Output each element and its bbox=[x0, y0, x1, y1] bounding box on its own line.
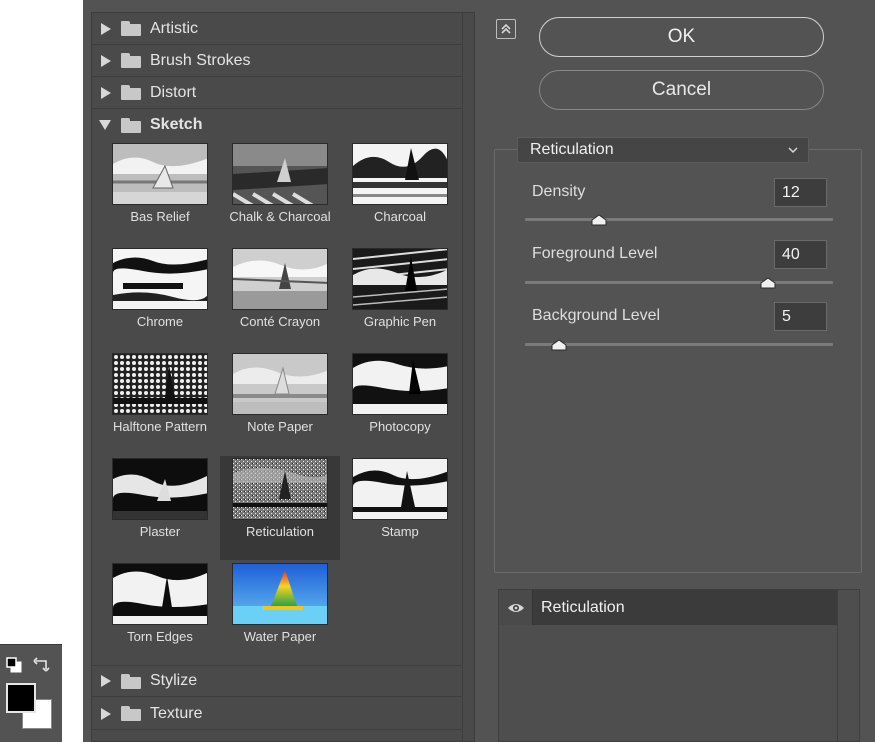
filter-label: Photocopy bbox=[369, 419, 431, 434]
tool-colors-panel bbox=[0, 644, 62, 742]
thumbnail-image bbox=[232, 248, 328, 310]
folder-icon bbox=[121, 673, 141, 689]
foreground-level-slider-knob[interactable] bbox=[760, 277, 776, 289]
density-slider-track[interactable] bbox=[525, 218, 833, 221]
filter-thumb-photocopy[interactable]: Photocopy bbox=[340, 351, 460, 455]
chevron-down-icon bbox=[788, 147, 798, 154]
default-colors-icon[interactable] bbox=[6, 657, 22, 673]
foreground-color-swatch[interactable] bbox=[6, 683, 36, 713]
filter-thumb-torn-edges[interactable]: Torn Edges bbox=[100, 561, 220, 665]
filter-thumb-charcoal[interactable]: Charcoal bbox=[340, 141, 460, 245]
category-label: Stylize bbox=[150, 672, 198, 689]
collapse-gallery-button[interactable] bbox=[496, 19, 516, 39]
background-level-input[interactable]: 5 bbox=[774, 302, 827, 331]
thumbnail-image bbox=[232, 563, 328, 625]
visibility-toggle[interactable] bbox=[499, 590, 533, 625]
folder-icon bbox=[121, 53, 141, 68]
filter-settings-group bbox=[494, 149, 862, 573]
thumbnail-image bbox=[112, 458, 208, 520]
thumbnail-image bbox=[232, 353, 328, 415]
filter-label: Halftone Pattern bbox=[113, 419, 207, 434]
folder-icon bbox=[121, 21, 141, 36]
filter-gallery-dialog: Artistic Brush Strokes Distort Sketch Ba… bbox=[83, 0, 875, 742]
category-label: Texture bbox=[150, 704, 203, 722]
category-label: Sketch bbox=[150, 116, 203, 133]
filter-thumb-halftone-pattern[interactable]: Halftone Pattern bbox=[100, 351, 220, 455]
eye-icon bbox=[507, 603, 524, 612]
filter-thumb-note-paper[interactable]: Note Paper bbox=[220, 351, 340, 455]
filter-label: Stamp bbox=[381, 524, 419, 539]
filter-thumb-chrome[interactable]: Chrome bbox=[100, 246, 220, 350]
density-label: Density bbox=[532, 183, 586, 200]
background-level-slider-knob[interactable] bbox=[551, 339, 567, 351]
folder-icon bbox=[121, 706, 141, 721]
effect-layer-row[interactable]: Reticulation bbox=[499, 590, 837, 625]
filter-thumb-graphic-pen[interactable]: Graphic Pen bbox=[340, 246, 460, 350]
filter-label: Plaster bbox=[139, 524, 181, 539]
filter-label: Conté Crayon bbox=[239, 314, 321, 329]
background-level-label: Background Level bbox=[532, 307, 661, 324]
filter-label: Note Paper bbox=[247, 419, 313, 434]
expand-arrow-icon bbox=[101, 86, 111, 99]
background-level-slider-track[interactable] bbox=[525, 343, 833, 346]
cancel-button[interactable]: Cancel bbox=[539, 70, 824, 110]
thumbnail-image bbox=[232, 458, 328, 520]
category-label: Distort bbox=[150, 83, 197, 101]
thumbnail-image bbox=[352, 248, 448, 310]
foreground-level-slider-track[interactable] bbox=[525, 281, 833, 284]
filter-label: Charcoal bbox=[373, 209, 427, 224]
folder-icon bbox=[121, 117, 141, 133]
filter-label: Chalk & Charcoal bbox=[229, 209, 331, 224]
filter-label: Water Paper bbox=[243, 629, 317, 644]
expand-arrow-icon bbox=[101, 54, 111, 67]
thumbnail-image bbox=[112, 248, 208, 310]
category-texture[interactable]: Texture bbox=[92, 698, 462, 730]
effect-layers-panel: Reticulation bbox=[498, 589, 860, 742]
category-distort[interactable]: Distort bbox=[92, 77, 462, 109]
effect-layers-scrollbar[interactable] bbox=[837, 590, 859, 741]
thumbnail-image bbox=[232, 143, 328, 205]
foreground-level-input[interactable]: 40 bbox=[774, 240, 827, 269]
thumbnail-image bbox=[352, 143, 448, 205]
filter-list-scrollbar[interactable] bbox=[462, 13, 474, 741]
folder-icon bbox=[121, 85, 141, 100]
category-label: Brush Strokes bbox=[150, 51, 251, 69]
filter-select-dropdown[interactable]: Reticulation bbox=[517, 137, 809, 163]
filter-list-panel: Artistic Brush Strokes Distort Sketch Ba… bbox=[91, 12, 475, 742]
filter-label: Torn Edges bbox=[127, 629, 193, 644]
thumbnail-image bbox=[112, 353, 208, 415]
category-artistic[interactable]: Artistic bbox=[92, 13, 462, 45]
expand-arrow-icon bbox=[101, 22, 111, 35]
ok-button[interactable]: OK bbox=[539, 17, 824, 57]
foreground-level-label: Foreground Level bbox=[532, 245, 658, 262]
filter-thumb-plaster[interactable]: Plaster bbox=[100, 456, 220, 560]
filter-thumb-conte-crayon[interactable]: Conté Crayon bbox=[220, 246, 340, 350]
thumbnail-image bbox=[112, 563, 208, 625]
swap-colors-icon[interactable] bbox=[33, 655, 51, 673]
filter-label: Bas Relief bbox=[130, 209, 190, 224]
density-slider-knob[interactable] bbox=[591, 214, 607, 226]
expand-arrow-icon bbox=[101, 675, 111, 687]
filter-label: Chrome bbox=[136, 314, 184, 329]
category-sketch[interactable]: Sketch bbox=[92, 109, 462, 141]
filter-select-value: Reticulation bbox=[530, 141, 614, 158]
collapse-arrow-icon bbox=[99, 120, 111, 130]
thumbnail-image bbox=[112, 143, 208, 205]
filter-label: Graphic Pen bbox=[363, 314, 437, 329]
category-label: Artistic bbox=[150, 19, 198, 37]
thumbnail-image bbox=[352, 458, 448, 520]
category-stylize[interactable]: Stylize bbox=[92, 665, 462, 697]
expand-arrow-icon bbox=[101, 707, 111, 720]
filter-thumb-water-paper[interactable]: Water Paper bbox=[220, 561, 340, 665]
filter-label: Reticulation bbox=[246, 524, 314, 539]
chevrons-up-icon bbox=[501, 23, 511, 34]
category-brush-strokes[interactable]: Brush Strokes bbox=[92, 45, 462, 77]
thumbnail-image bbox=[352, 353, 448, 415]
filter-thumb-reticulation[interactable]: Reticulation bbox=[220, 456, 340, 560]
filter-thumb-stamp[interactable]: Stamp bbox=[340, 456, 460, 560]
effect-layer-name: Reticulation bbox=[541, 598, 625, 616]
density-input[interactable]: 12 bbox=[774, 178, 827, 207]
filter-thumb-bas-relief[interactable]: Bas Relief bbox=[100, 141, 220, 245]
filter-thumb-chalk-charcoal[interactable]: Chalk & Charcoal bbox=[220, 141, 340, 245]
